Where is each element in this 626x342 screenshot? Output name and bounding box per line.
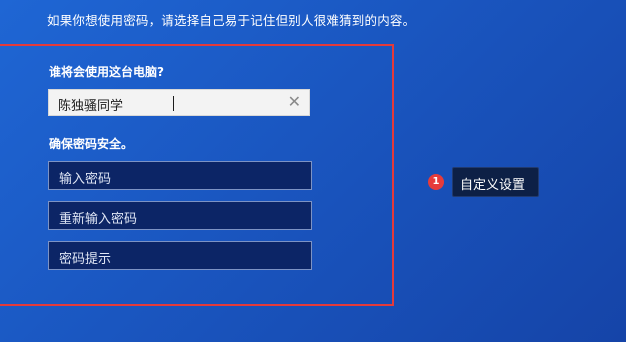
top-instruction-text: 如果你想使用密码，请选择自己易于记住但别人很难猜到的内容。 (47, 13, 416, 28)
confirm-password-placeholder: 重新输入密码 (59, 212, 138, 227)
callout-number-badge: 1 (428, 174, 444, 190)
callout-label-box: 自定义设置 (452, 167, 539, 197)
password-input[interactable]: 输入密码 (48, 161, 312, 190)
password-security-label: 确保密码安全。 (49, 137, 134, 151)
password-placeholder: 输入密码 (59, 172, 112, 187)
user-name-value: 陈独骚同学 (58, 99, 124, 114)
text-caret (173, 96, 174, 111)
clear-icon[interactable]: ✕ (288, 93, 301, 111)
callout-label-text: 自定义设置 (460, 178, 526, 193)
confirm-password-input[interactable]: 重新输入密码 (48, 201, 312, 230)
password-hint-input[interactable]: 密码提示 (48, 241, 312, 270)
password-hint-placeholder: 密码提示 (59, 252, 112, 267)
who-will-use-label: 谁将会使用这台电脑? (49, 65, 164, 79)
user-name-input[interactable]: 陈独骚同学 ✕ (48, 89, 310, 116)
